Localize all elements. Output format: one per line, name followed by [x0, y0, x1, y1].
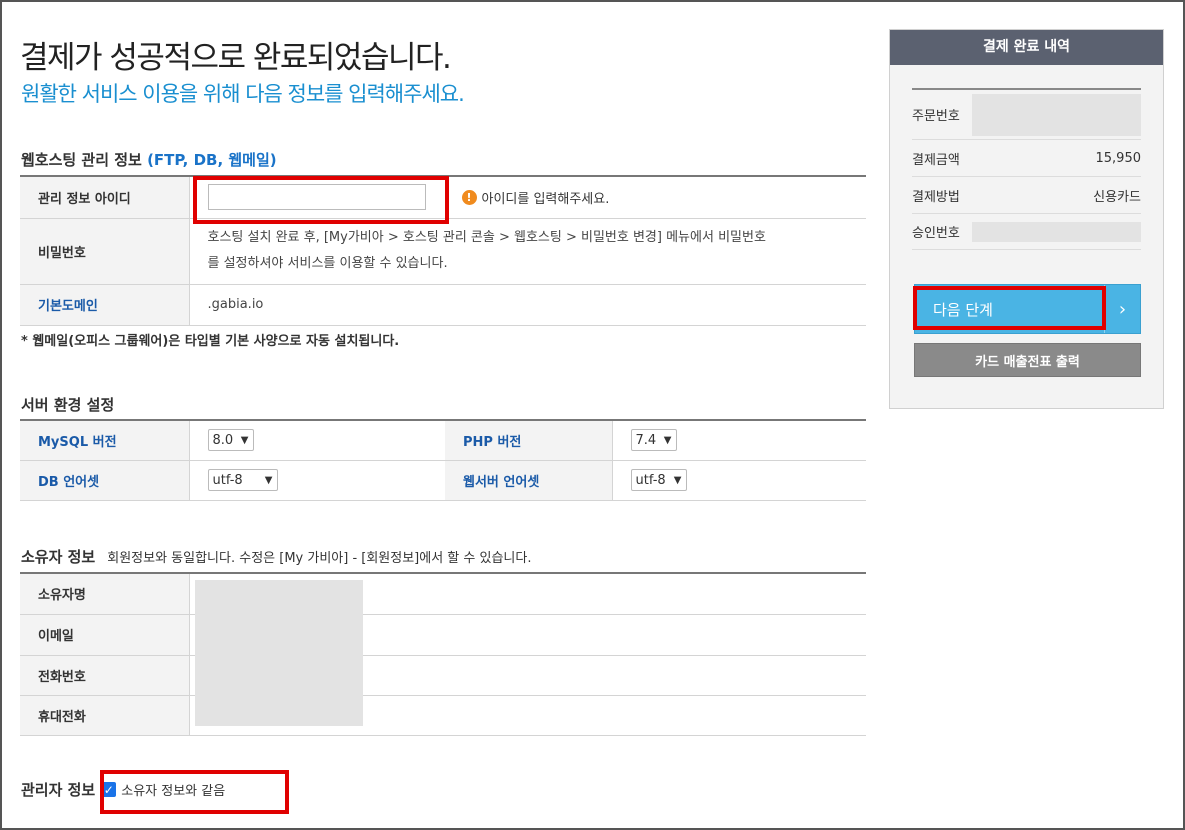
- db-charset-label: DB 언어셋: [20, 460, 190, 501]
- summary-list: 주문번호 결제금액 15,950 결제방법 신용카드 승인번호: [912, 88, 1141, 250]
- order-no-redacted: [972, 93, 1141, 136]
- hosting-section-title: 웹호스팅 관리 정보 (FTP, DB, 웹메일): [21, 149, 277, 170]
- owner-desc: 회원정보와 동일합니다. 수정은 [My 가비아] - [회원정보]에서 할 수…: [107, 551, 532, 566]
- hosting-pw-row: 비밀번호 호스팅 설치 완료 후, [My가비아 > 호스팅 관리 콘솔 > 웹…: [20, 218, 866, 285]
- same-as-owner-checkbox[interactable]: ✓: [101, 782, 117, 797]
- chevron-right-icon: ›: [1104, 285, 1140, 333]
- page-title: 결제가 성공적으로 완료되었습니다.: [20, 40, 452, 76]
- owner-row-phone: 전화번호: [20, 655, 866, 696]
- owner-row-name: 소유자명: [20, 573, 866, 615]
- method-value: 신용카드: [1093, 189, 1141, 205]
- db-charset-select[interactable]: utf-8 ▼: [207, 469, 278, 491]
- owner-name-label: 소유자명: [20, 573, 190, 615]
- order-no-label: 주문번호: [912, 109, 960, 124]
- summary-title: 결제 완료 내역: [890, 30, 1163, 65]
- approval-row: 승인번호: [912, 214, 1141, 250]
- web-charset-label: 웹서버 언어셋: [445, 460, 613, 501]
- next-step-button[interactable]: 다음 단계 ›: [914, 284, 1141, 334]
- id-label: 관리 정보 아이디: [20, 176, 190, 219]
- owner-title: 소유자 정보: [21, 548, 96, 566]
- domain-value: .gabia.io: [189, 284, 866, 326]
- php-select-value: 7.4: [635, 432, 657, 448]
- page-subtitle: 원활한 서비스 이용을 위해 다음 정보를 입력해주세요.: [21, 82, 465, 106]
- admin-section: 관리자 정보 ✓ 소유자 정보와 같음: [21, 779, 225, 800]
- chevron-down-icon: ▼: [264, 474, 273, 486]
- id-cell: ! 아이디를 입력해주세요.: [189, 176, 866, 219]
- warning-icon: !: [461, 189, 477, 205]
- server-row-1: MySQL 버전 8.0 ▼ PHP 버전 7.4 ▼: [20, 420, 866, 461]
- php-cell: 7.4 ▼: [612, 420, 866, 461]
- order-no-row: 주문번호: [912, 90, 1141, 140]
- same-as-owner-label[interactable]: 소유자 정보와 같음: [121, 780, 225, 799]
- web-charset-select[interactable]: utf-8 ▼: [630, 469, 687, 491]
- pw-desc-line-1: 호스팅 설치 완료 후, [My가비아 > 호스팅 관리 콘솔 > 웹호스팅 >…: [207, 230, 766, 245]
- hosting-id-row: 관리 정보 아이디 ! 아이디를 입력해주세요.: [20, 176, 866, 219]
- mysql-label: MySQL 버전: [20, 420, 190, 461]
- chevron-down-icon: ▼: [673, 474, 682, 486]
- php-select[interactable]: 7.4 ▼: [630, 429, 677, 452]
- owner-row-mobile: 휴대전화: [20, 695, 866, 736]
- owner-phone-label: 전화번호: [20, 655, 190, 696]
- method-row: 결제방법 신용카드: [912, 177, 1141, 214]
- web-charset-cell: utf-8 ▼: [612, 460, 866, 501]
- server-section-title: 서버 환경 설정: [21, 396, 115, 414]
- payment-summary-panel: 결제 완료 내역 주문번호 결제금액 15,950 결제방법 신용카드 승인번호…: [889, 29, 1164, 409]
- owner-row-email: 이메일: [20, 614, 866, 656]
- mysql-select-value: 8.0: [212, 432, 234, 448]
- server-table: MySQL 버전 8.0 ▼ PHP 버전 7.4 ▼ DB 언어셋 utf-8…: [20, 419, 866, 501]
- mysql-select[interactable]: 8.0 ▼: [207, 429, 254, 452]
- amount-label: 결제금액: [912, 152, 960, 168]
- webmail-note: * 웹메일(오피스 그룹웨어)은 타입별 기본 사양으로 자동 설치됩니다.: [21, 334, 400, 349]
- mysql-cell: 8.0 ▼: [189, 420, 445, 461]
- next-step-label: 다음 단계: [933, 300, 993, 319]
- chevron-down-icon: ▼: [663, 434, 672, 446]
- chevron-down-icon: ▼: [240, 434, 249, 446]
- card-receipt-button[interactable]: 카드 매출전표 출력: [914, 343, 1141, 377]
- server-row-2: DB 언어셋 utf-8 ▼ 웹서버 언어셋 utf-8 ▼: [20, 460, 866, 501]
- method-label: 결제방법: [912, 189, 960, 205]
- approval-label: 승인번호: [912, 226, 960, 241]
- approval-redacted: [972, 221, 1141, 242]
- db-charset-cell: utf-8 ▼: [189, 460, 445, 501]
- id-hint-text: 아이디를 입력해주세요.: [481, 191, 610, 207]
- admin-id-input[interactable]: [207, 184, 426, 211]
- amount-value: 15,950: [1095, 150, 1142, 166]
- id-hint: ! 아이디를 입력해주세요.: [461, 188, 610, 207]
- owner-table: 소유자명 이메일 전화번호 휴대전화: [20, 572, 866, 736]
- owner-mobile-label: 휴대전화: [20, 695, 190, 736]
- amount-row: 결제금액 15,950: [912, 140, 1141, 177]
- pw-label: 비밀번호: [20, 218, 190, 285]
- db-charset-select-value: utf-8: [212, 472, 243, 488]
- check-icon: ✓: [103, 782, 114, 797]
- php-label: PHP 버전: [445, 420, 613, 461]
- pw-desc: 호스팅 설치 완료 후, [My가비아 > 호스팅 관리 콘솔 > 웹호스팅 >…: [189, 218, 866, 285]
- admin-section-title: 관리자 정보: [21, 781, 96, 799]
- owner-info-redacted: [195, 580, 363, 726]
- owner-section-title: 소유자 정보 회원정보와 동일합니다. 수정은 [My 가비아] - [회원정보]…: [21, 546, 531, 567]
- domain-label: 기본도메인: [20, 284, 190, 326]
- pw-desc-line-2: 를 설정하셔야 서비스를 이용할 수 있습니다.: [207, 256, 448, 271]
- hosting-title-blue: (FTP, DB, 웹메일): [147, 151, 277, 169]
- hosting-title-main: 웹호스팅 관리 정보: [21, 151, 148, 169]
- web-charset-select-value: utf-8: [635, 472, 666, 488]
- hosting-domain-row: 기본도메인 .gabia.io: [20, 284, 866, 326]
- hosting-table: 관리 정보 아이디 ! 아이디를 입력해주세요. 비밀번호 호스팅 설치 완료 …: [20, 175, 866, 326]
- owner-email-label: 이메일: [20, 614, 190, 656]
